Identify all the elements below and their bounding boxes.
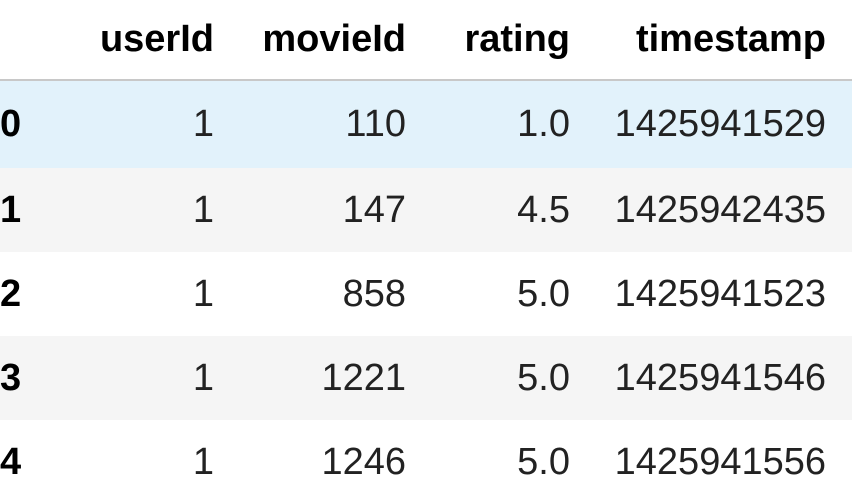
movieid-header: movieId bbox=[214, 0, 406, 81]
userid-cell: 1 bbox=[192, 272, 214, 315]
row-index: 0 bbox=[0, 103, 22, 145]
rating-cell: 5.0 bbox=[517, 440, 570, 483]
row-index: 3 bbox=[0, 356, 22, 399]
movieid-cell: 1246 bbox=[321, 440, 406, 483]
rating-cell: 5.0 bbox=[517, 356, 570, 399]
table-row: 3 1 1221 5.0 1425941546 bbox=[0, 336, 852, 420]
table-row: 0 1 110 1.0 1425941529 bbox=[0, 80, 852, 168]
table-row: 2 1 858 5.0 1425941523 bbox=[0, 252, 852, 336]
userid-header: userId bbox=[70, 0, 214, 81]
table-body: 0 1 110 1.0 1425941529 1 1 147 4.5 14259… bbox=[0, 80, 852, 504]
table-row: 4 1 1246 5.0 1425941556 bbox=[0, 420, 852, 504]
header-row: userId movieId rating timestamp bbox=[0, 0, 852, 81]
movieid-cell: 858 bbox=[342, 272, 406, 315]
timestamp-cell: 1425941556 bbox=[614, 440, 826, 483]
timestamp-cell: 1425941529 bbox=[614, 103, 826, 145]
rating-cell: 5.0 bbox=[517, 272, 570, 315]
timestamp-header: timestamp bbox=[570, 0, 852, 81]
timestamp-cell: 1425941523 bbox=[614, 272, 826, 315]
userid-cell: 1 bbox=[192, 188, 214, 231]
table-row: 1 1 147 4.5 1425942435 bbox=[0, 168, 852, 252]
movieid-cell: 147 bbox=[342, 188, 406, 231]
rating-cell: 1.0 bbox=[517, 103, 570, 145]
movieid-cell: 1221 bbox=[321, 356, 406, 399]
index-header bbox=[0, 0, 70, 81]
row-index: 4 bbox=[0, 440, 22, 483]
row-index: 1 bbox=[0, 188, 22, 231]
timestamp-cell: 1425942435 bbox=[614, 188, 826, 231]
row-index: 2 bbox=[0, 272, 22, 315]
movieid-cell: 110 bbox=[345, 103, 406, 145]
timestamp-cell: 1425941546 bbox=[614, 356, 826, 399]
userid-cell: 1 bbox=[192, 103, 214, 145]
dataframe-table: userId movieId rating timestamp 0 1 110 … bbox=[0, 0, 852, 504]
userid-cell: 1 bbox=[192, 356, 214, 399]
rating-cell: 4.5 bbox=[517, 188, 570, 231]
rating-header: rating bbox=[406, 0, 570, 81]
userid-cell: 1 bbox=[192, 440, 214, 483]
table-header: userId movieId rating timestamp bbox=[0, 0, 852, 81]
